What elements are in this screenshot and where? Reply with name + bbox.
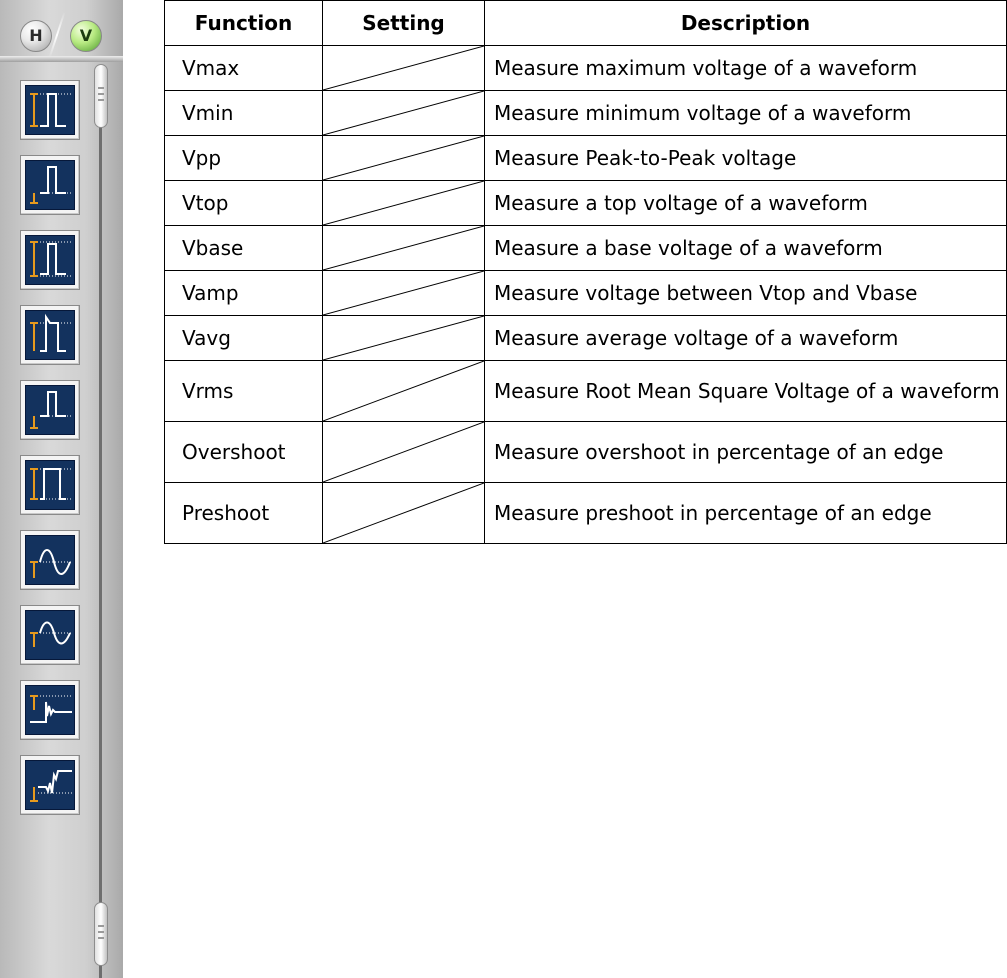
setting-cell	[322, 270, 485, 316]
function-header: Function	[164, 0, 323, 46]
description-cell: Measure Root Mean Square Voltage of a wa…	[484, 360, 1007, 422]
description-cell: Measure voltage between Vtop and Vbase	[484, 270, 1007, 316]
function-cell: Vbase	[164, 225, 323, 271]
scrollbar-rail	[99, 70, 102, 978]
channel-tabs: H V	[0, 0, 123, 64]
table-row: Vbase Measure a base voltage of a wavefo…	[164, 225, 1007, 271]
table-row: Vmin Measure minimum voltage of a wavefo…	[164, 90, 1007, 136]
table-row: Overshoot Measure overshoot in percentag…	[164, 421, 1007, 483]
function-cell: Vmin	[164, 90, 323, 136]
description-cell: Measure minimum voltage of a waveform	[484, 90, 1007, 136]
vamp-measurement-icon	[30, 468, 72, 500]
description-cell: Measure a top voltage of a waveform	[484, 180, 1007, 226]
vmin-measurement-icon	[30, 166, 72, 204]
vavg-measurement-icon	[30, 549, 72, 578]
description-cell: Measure average voltage of a waveform	[484, 315, 1007, 361]
function-cell: Vmax	[164, 45, 323, 91]
description-cell: Measure preshoot in percentage of an edg…	[484, 482, 1007, 544]
function-cell: Vamp	[164, 270, 323, 316]
preshoot-measurement-icon	[30, 770, 72, 802]
menu-scrollbar[interactable]	[94, 64, 108, 978]
menu-item-vmax[interactable]	[20, 80, 80, 140]
table-row: Vpp Measure Peak-to-Peak voltage	[164, 135, 1007, 181]
table-row: Vtop Measure a top voltage of a waveform	[164, 180, 1007, 226]
setting-cell	[322, 421, 485, 483]
scrollbar-top-thumb[interactable]	[94, 64, 108, 128]
function-cell: Vpp	[164, 135, 323, 181]
setting-cell	[322, 482, 485, 544]
function-cell: Preshoot	[164, 482, 323, 544]
setting-cell	[322, 225, 485, 271]
setting-cell	[322, 90, 485, 136]
table-row: Vavg Measure average voltage of a wavefo…	[164, 315, 1007, 361]
measurement-function-table: Function Setting Description Vmax Measur…	[164, 0, 1007, 544]
horizontal-tab[interactable]: H	[20, 20, 52, 52]
menu-item-vmin[interactable]	[20, 155, 80, 215]
vrms-measurement-icon	[30, 621, 72, 647]
menu-item-vpp[interactable]	[20, 230, 80, 290]
vpp-measurement-icon	[30, 241, 72, 277]
function-cell: Vtop	[164, 180, 323, 226]
function-cell: Vavg	[164, 315, 323, 361]
setting-header: Setting	[322, 0, 485, 46]
menu-item-vrms[interactable]	[20, 605, 80, 665]
description-cell: Measure maximum voltage of a waveform	[484, 45, 1007, 91]
table-row: Vrms Measure Root Mean Square Voltage of…	[164, 360, 1007, 422]
vertical-tab[interactable]: V	[70, 20, 102, 52]
setting-cell	[322, 360, 485, 422]
menu-item-vamp[interactable]	[20, 455, 80, 515]
setting-cell	[322, 180, 485, 226]
description-header: Description	[484, 0, 1007, 46]
tabs-base	[0, 56, 123, 62]
overshoot-measurement-icon	[30, 695, 72, 723]
measure-menu-panel: H V	[0, 0, 123, 978]
setting-cell	[322, 135, 485, 181]
menu-item-overshoot[interactable]	[20, 680, 80, 740]
description-cell: Measure overshoot in percentage of an ed…	[484, 421, 1007, 483]
setting-cell	[322, 45, 485, 91]
scrollbar-bottom-thumb[interactable]	[94, 902, 108, 966]
description-cell: Measure a base voltage of a waveform	[484, 225, 1007, 271]
table-row: Vmax Measure maximum voltage of a wavefo…	[164, 45, 1007, 91]
function-cell: Vrms	[164, 360, 323, 422]
menu-item-preshoot[interactable]	[20, 755, 80, 815]
table-header-row: Function Setting Description	[164, 0, 1007, 46]
menu-item-vbase[interactable]	[20, 380, 80, 440]
description-cell: Measure Peak-to-Peak voltage	[484, 135, 1007, 181]
setting-cell	[322, 315, 485, 361]
vmax-measurement-icon	[30, 93, 72, 127]
vbase-measurement-icon	[30, 391, 72, 429]
table-row: Preshoot Measure preshoot in percentage …	[164, 482, 1007, 544]
table-row: Vamp Measure voltage between Vtop and Vb…	[164, 270, 1007, 316]
function-cell: Overshoot	[164, 421, 323, 483]
vtop-measurement-icon	[30, 313, 72, 352]
menu-item-vavg[interactable]	[20, 530, 80, 590]
menu-item-vtop[interactable]	[20, 305, 80, 365]
